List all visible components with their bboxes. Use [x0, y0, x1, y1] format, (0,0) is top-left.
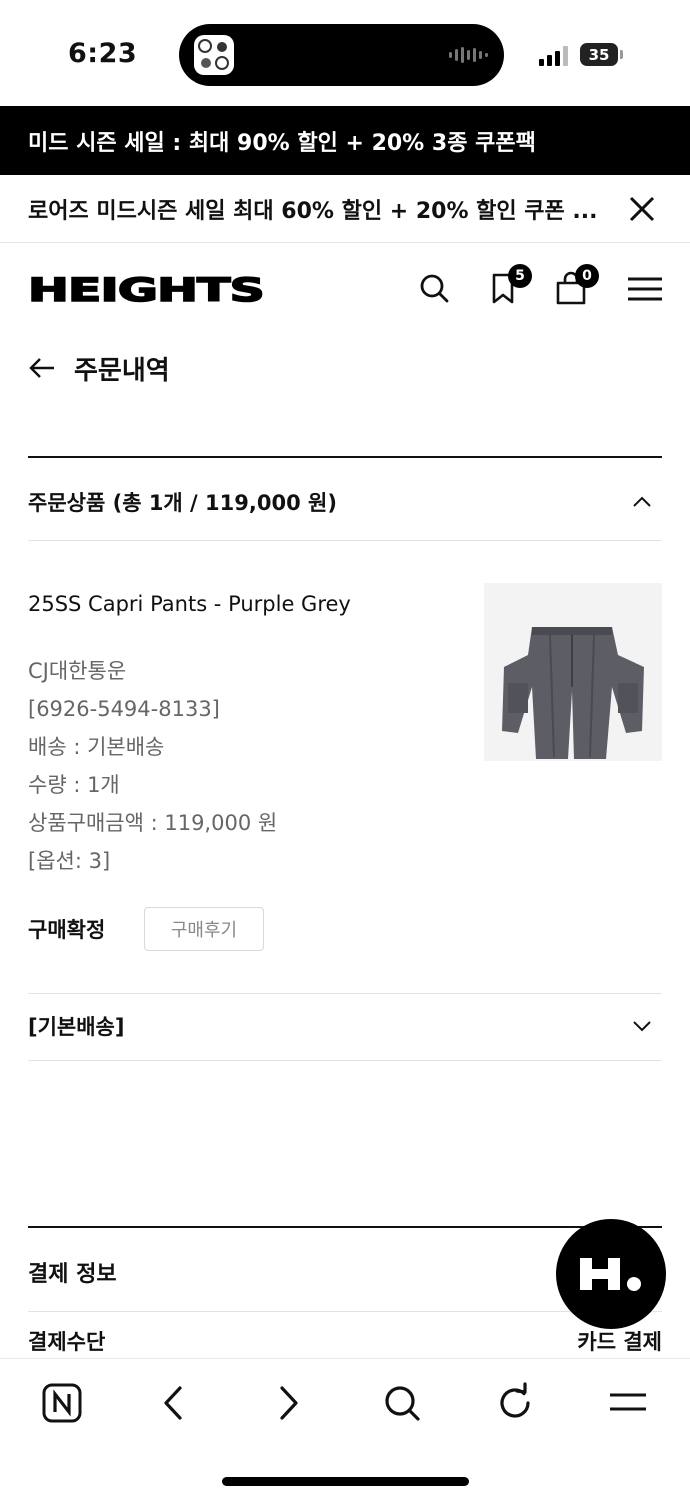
wishlist-count-badge: 5 [508, 264, 532, 288]
write-review-button[interactable]: 구매후기 [144, 907, 264, 951]
payment-method-label: 결제수단 [28, 1330, 106, 1354]
dynamic-island [179, 24, 504, 86]
quantity: 수량 : 1개 [28, 773, 120, 797]
close-icon[interactable] [628, 195, 656, 223]
chevron-up-icon [633, 496, 651, 507]
cart-count-badge: 0 [575, 264, 599, 288]
logo-text: HEIGHTS [28, 274, 264, 304]
battery-level: 35 [588, 45, 610, 64]
back-arrow-icon[interactable] [28, 354, 56, 382]
promo-banner-main-text: 미드 시즌 세일 : 최대 90% 할인 + 20% 3종 쿠폰팩 [28, 130, 536, 156]
product-image[interactable] [484, 583, 662, 761]
page-title: 주문내역 [74, 355, 170, 386]
chevron-down-icon [633, 1021, 651, 1032]
payment-method-row: 결제수단 카드 결제 [28, 1326, 662, 1356]
product-details: CJ대한통운 [6926-5494-8133] 배송 : 기본배송 수량 : 1… [28, 652, 277, 880]
browser-back-icon[interactable] [152, 1381, 196, 1425]
divider [28, 456, 662, 458]
order-status-row: 구매확정 구매후기 [28, 907, 264, 951]
divider [28, 1060, 662, 1061]
product-name[interactable]: 25SS Capri Pants - Purple Grey [28, 592, 351, 616]
battery-tip [620, 50, 623, 59]
tracking-number[interactable]: [6926-5494-8133] [28, 690, 277, 728]
naver-icon[interactable] [40, 1381, 84, 1425]
divider [28, 1311, 662, 1312]
order-status: 구매확정 [28, 918, 106, 942]
logo[interactable]: HEIGHTS [28, 274, 266, 304]
cart-button[interactable]: 0 [553, 264, 599, 306]
home-indicator [222, 1477, 469, 1486]
site-header: HEIGHTS 5 0 [0, 244, 690, 334]
shipping-heading: [기본배송] [28, 1015, 125, 1039]
brand-fab-button[interactable] [556, 1219, 666, 1329]
order-items-toggle[interactable]: 주문상품 (총 1개 / 119,000 원) [28, 482, 662, 522]
shipping-toggle[interactable]: [기본배송] [28, 1006, 662, 1046]
battery-icon: 35 [580, 43, 618, 66]
wishlist-button[interactable]: 5 [486, 264, 532, 306]
divider [28, 1226, 662, 1228]
divider [28, 540, 662, 541]
payment-method-value: 카드 결제 [577, 1330, 662, 1354]
product-option: [옵션: 3] [28, 849, 111, 873]
browser-menu-icon[interactable] [606, 1381, 650, 1425]
browser-forward-icon[interactable] [266, 1381, 310, 1425]
status-bar: 6:23 35 [0, 0, 690, 106]
menu-icon[interactable] [626, 270, 662, 306]
search-icon[interactable] [416, 270, 452, 306]
promo-banner-main[interactable]: 미드 시즌 세일 : 최대 90% 할인 + 20% 3종 쿠폰팩 [0, 106, 690, 175]
shipping-type: 배송 : 기본배송 [28, 735, 165, 759]
order-items-heading: 주문상품 (총 1개 / 119,000 원) [28, 491, 337, 515]
divider [28, 993, 662, 994]
refresh-icon[interactable] [493, 1381, 537, 1425]
payment-title: 결제 정보 [28, 1262, 117, 1287]
browser-search-icon[interactable] [380, 1381, 424, 1425]
audio-wave-icon [449, 46, 488, 64]
promo-banner-sub[interactable]: 로어즈 미드시즌 세일 최대 60% 할인 + 20% 할인 쿠폰 ... [0, 175, 690, 243]
status-time: 6:23 [68, 38, 138, 69]
brand-h-icon [580, 1258, 641, 1291]
page-title-row: 주문내역 [28, 345, 170, 391]
now-playing-artwork [194, 35, 234, 75]
promo-banner-sub-text: 로어즈 미드시즌 세일 최대 60% 할인 + 20% 할인 쿠폰 ... [28, 198, 598, 224]
courier: CJ대한통운 [28, 659, 127, 683]
signal-icon [539, 44, 568, 66]
purchase-amount: 상품구매금액 : 119,000 원 [28, 811, 278, 835]
